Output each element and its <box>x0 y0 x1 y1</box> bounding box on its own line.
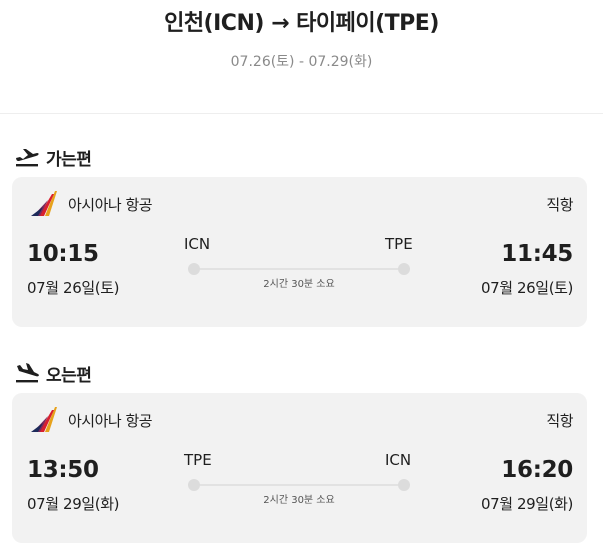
travel-date-range: 07.26(토) - 07.29(화) <box>230 54 373 70</box>
arrival-airport-code: TPE <box>385 235 413 253</box>
departure-dot <box>188 479 200 491</box>
departure-airport-code: TPE <box>184 451 212 469</box>
departure-dot <box>188 263 200 275</box>
inbound-section-header: 오는편 <box>14 360 92 386</box>
airline-name: 아시아나 항공 <box>68 411 153 430</box>
arrival-dot <box>398 479 410 491</box>
airline-info: 아시아나 항공 <box>29 190 153 218</box>
outbound-flight-card[interactable]: 아시아나 항공 직항 10:15 07월 26일(토) ICN TPE 2시간 … <box>12 177 587 327</box>
arrival-date: 07월 26일(토) <box>480 279 573 297</box>
itinerary-header: 인천(ICN) → 타이페이(TPE) 07.26(토) - 07.29(화) <box>0 0 603 114</box>
asiana-airlines-logo <box>31 191 57 216</box>
outbound-section-label: 가는편 <box>46 149 92 170</box>
flight-duration: 2시간 30분 소요 <box>263 495 335 506</box>
flight-stop-type: 직항 <box>546 196 573 214</box>
asiana-airlines-logo <box>31 407 57 432</box>
departure-date: 07월 29일(화) <box>27 495 120 513</box>
departure-time: 13:50 <box>27 457 99 483</box>
route-title: 인천(ICN) → 타이페이(TPE) <box>164 11 439 36</box>
plane-arrival-icon <box>16 363 39 383</box>
departure-time: 10:15 <box>27 241 99 267</box>
airline-info: 아시아나 항공 <box>29 406 153 434</box>
airline-name: 아시아나 항공 <box>68 195 153 214</box>
outbound-section-header: 가는편 <box>14 144 92 170</box>
inbound-flight-card[interactable]: 아시아나 항공 직항 13:50 07월 29일(화) TPE ICN 2시간 … <box>12 393 587 543</box>
flight-timeline-line <box>200 268 398 270</box>
inbound-section-label: 오는편 <box>46 365 92 386</box>
arrival-time: 11:45 <box>501 241 573 267</box>
plane-departure-icon <box>16 149 39 167</box>
flight-timeline-line <box>200 484 398 486</box>
flight-duration: 2시간 30분 소요 <box>263 279 335 290</box>
flight-stop-type: 직항 <box>546 412 573 430</box>
departure-airport-code: ICN <box>184 235 211 253</box>
departure-date: 07월 26일(토) <box>27 279 120 297</box>
arrival-dot <box>398 263 410 275</box>
arrival-time: 16:20 <box>501 457 573 483</box>
arrival-airport-code: ICN <box>385 451 412 469</box>
arrival-date: 07월 29일(화) <box>480 495 573 513</box>
